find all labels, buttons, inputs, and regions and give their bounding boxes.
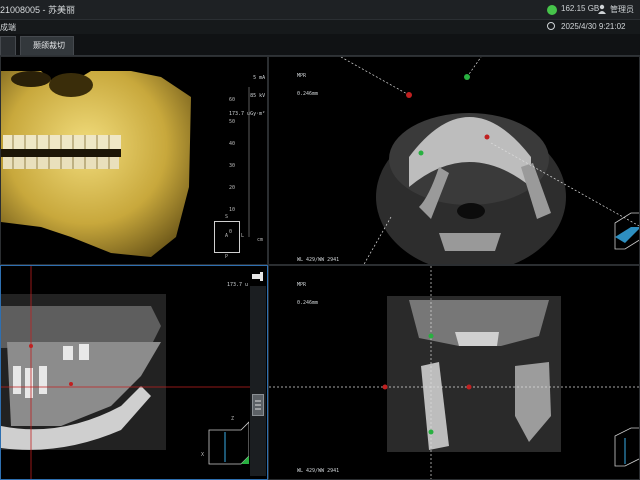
status-bar: 成端 2025/4/30 9:21:02 (0, 20, 640, 34)
sagittal-orientation-cube[interactable] (205, 420, 249, 470)
sagittal-x-label: X (201, 452, 205, 458)
ruler-tick-20: 20 (229, 185, 236, 191)
axial-view[interactable]: MPR 0.246mm WL 429/WW 2941 (268, 56, 640, 265)
coronal-window-level: WL 429/WW 2941 (297, 468, 340, 474)
user-name[interactable]: 管理员 (610, 4, 634, 15)
orient-right: L (241, 233, 245, 239)
coronal-slice-image (269, 266, 639, 479)
window-title: 21008005 - 苏美丽 (0, 5, 76, 15)
tab-tmj-crop[interactable]: 颞颌裁切 (20, 36, 74, 55)
menu-icon[interactable] (252, 394, 264, 416)
ruler-tick-40: 40 (229, 141, 236, 147)
disk-icon (547, 5, 557, 15)
ruler-unit: cm (257, 237, 264, 243)
ruler-tick-30: 30 (229, 163, 236, 169)
pin-icon[interactable] (251, 271, 265, 283)
ruler-tick-50: 50 (229, 119, 236, 125)
mode-label: 成端 (0, 23, 16, 32)
coronal-view[interactable]: MPR 0.246mm WL 429/WW 2941 (268, 265, 640, 480)
clock-icon (547, 22, 555, 30)
sagittal-axis-label: Z (231, 416, 235, 422)
orient-center: A (225, 233, 229, 239)
orient-bottom: P (225, 254, 229, 260)
user-icon (598, 4, 606, 14)
axial-orientation-cube[interactable] (611, 209, 640, 251)
depth-ruler (248, 87, 250, 237)
slice-scrollbar[interactable] (250, 286, 266, 476)
disk-free: 162.15 GB (561, 4, 600, 13)
tab-previous[interactable] (0, 36, 16, 55)
orient-top: S (225, 214, 229, 220)
datetime: 2025/4/30 9:21:02 (561, 22, 626, 31)
axial-window-level: WL 429/WW 2941 (297, 257, 340, 263)
ruler-tick-10: 10 (229, 207, 236, 213)
tab-bar: 颞颌裁切 (0, 34, 640, 56)
sagittal-view[interactable]: 173.7 u Z X (0, 265, 268, 480)
axial-slice-image (340, 57, 639, 264)
exposure-ma: 5 mA (253, 75, 266, 81)
volume-render-view[interactable]: 5 mA 85 kV 173.7 uGy·m² 60 50 40 30 20 1… (0, 56, 268, 265)
menu-icon-glyph (255, 400, 261, 410)
coronal-orientation-cube[interactable] (613, 426, 640, 468)
ruler-tick-60: 60 (229, 97, 236, 103)
title-bar: 21008005 - 苏美丽 162.15 GB 管理员 (0, 0, 640, 20)
